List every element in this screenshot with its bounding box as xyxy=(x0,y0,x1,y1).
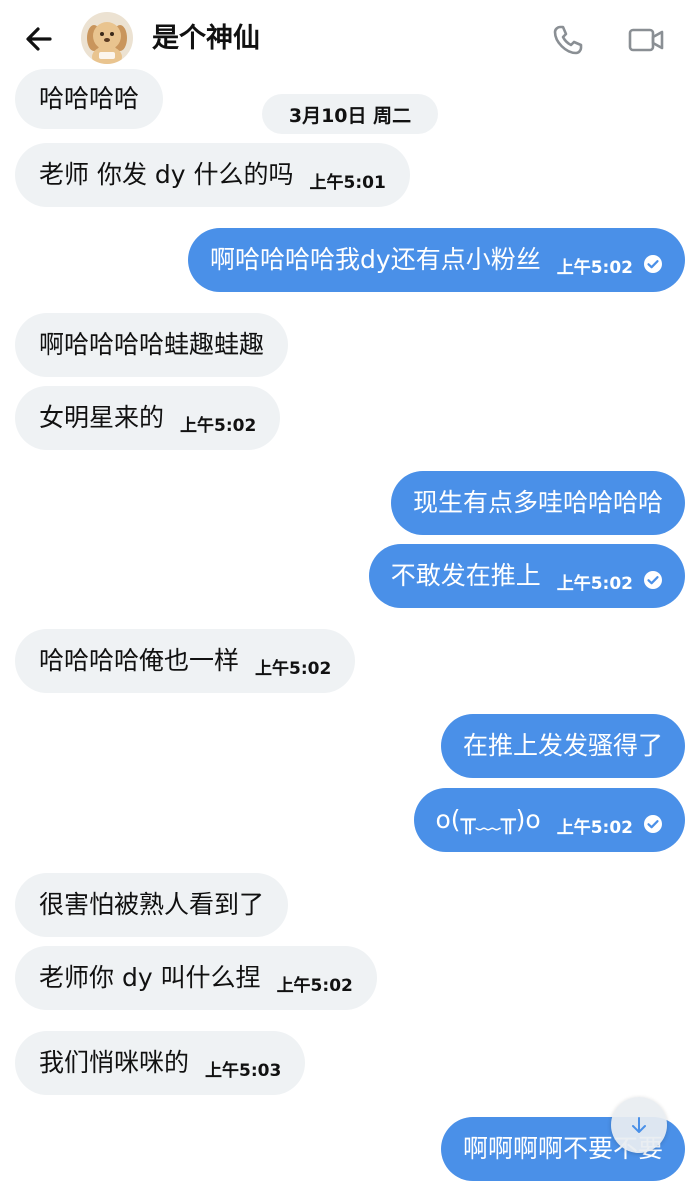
phone-icon xyxy=(553,25,583,55)
back-button[interactable] xyxy=(22,22,56,56)
avatar[interactable] xyxy=(81,12,133,64)
message-text: 老师 你发 dy 什么的吗 xyxy=(39,160,294,189)
message-bubble[interactable]: 啊哈哈哈哈我dy还有点小粉丝 上午5:02 xyxy=(188,228,685,292)
call-button[interactable] xyxy=(548,20,588,60)
video-call-button[interactable] xyxy=(626,20,666,60)
message-time: 上午5:02 xyxy=(255,658,332,679)
message-text: 哈哈哈哈俺也一样 xyxy=(39,646,240,675)
message-bubble[interactable]: 哈哈哈哈 xyxy=(15,69,164,129)
message-bubble[interactable]: 我们悄咪咪的 上午5:03 xyxy=(15,1031,306,1095)
message-text: 很害怕被熟人看到了 xyxy=(39,890,265,919)
date-separator: 3月10日 周二 xyxy=(262,94,438,134)
message-text: 老师你 dy 叫什么捏 xyxy=(39,963,261,992)
message-text: 啊哈哈哈哈蛙趣蛙趣 xyxy=(39,330,265,359)
message-text: 女明星来的 xyxy=(39,403,165,432)
message-time: 上午5:02 xyxy=(180,415,257,436)
message-time: 上午5:02 xyxy=(556,573,633,594)
message-bubble[interactable]: 女明星来的 上午5:02 xyxy=(15,386,281,450)
message-bubble[interactable]: 在推上发发骚得了 xyxy=(440,714,685,778)
message-bubble[interactable]: 老师你 dy 叫什么捏 上午5:02 xyxy=(15,946,377,1010)
message-bubble[interactable]: 现生有点多哇哈哈哈哈 xyxy=(390,471,685,535)
message-time: 上午5:01 xyxy=(309,172,386,193)
video-camera-icon xyxy=(628,28,664,52)
check-circle-icon xyxy=(644,255,662,273)
message-time: 上午5:02 xyxy=(556,257,633,278)
check-circle-icon xyxy=(644,571,662,589)
arrow-down-icon xyxy=(632,1117,646,1133)
message-bubble[interactable]: 很害怕被熟人看到了 xyxy=(15,873,289,937)
message-time: 上午5:02 xyxy=(276,975,353,996)
arrow-left-icon xyxy=(26,27,52,51)
message-text: 我们悄咪咪的 xyxy=(39,1048,190,1077)
message-text: 啊哈哈哈哈我dy还有点小粉丝 xyxy=(210,245,541,274)
message-time: 上午5:03 xyxy=(205,1060,282,1081)
message-bubble[interactable]: 哈哈哈哈俺也一样 上午5:02 xyxy=(15,629,356,693)
contact-name[interactable]: 是个神仙 xyxy=(152,22,260,56)
chat-header: 是个神仙 xyxy=(0,0,700,78)
message-time: 上午5:02 xyxy=(556,817,633,838)
message-bubble[interactable]: o(╥﹏╥)o 上午5:02 xyxy=(413,788,685,852)
message-text: o(╥﹏╥)o xyxy=(435,805,541,834)
message-text: 哈哈哈哈 xyxy=(39,84,140,113)
check-circle-icon xyxy=(644,815,662,833)
message-bubble[interactable]: 老师 你发 dy 什么的吗 上午5:01 xyxy=(15,143,410,207)
message-text: 不敢发在推上 xyxy=(390,561,541,590)
message-bubble[interactable]: 啊哈哈哈哈蛙趣蛙趣 xyxy=(15,313,289,377)
message-bubble[interactable]: 不敢发在推上 上午5:02 xyxy=(368,544,685,608)
message-text: 在推上发发骚得了 xyxy=(462,731,663,760)
message-text: 现生有点多哇哈哈哈哈 xyxy=(412,488,663,517)
scroll-to-bottom-button[interactable] xyxy=(611,1097,667,1153)
